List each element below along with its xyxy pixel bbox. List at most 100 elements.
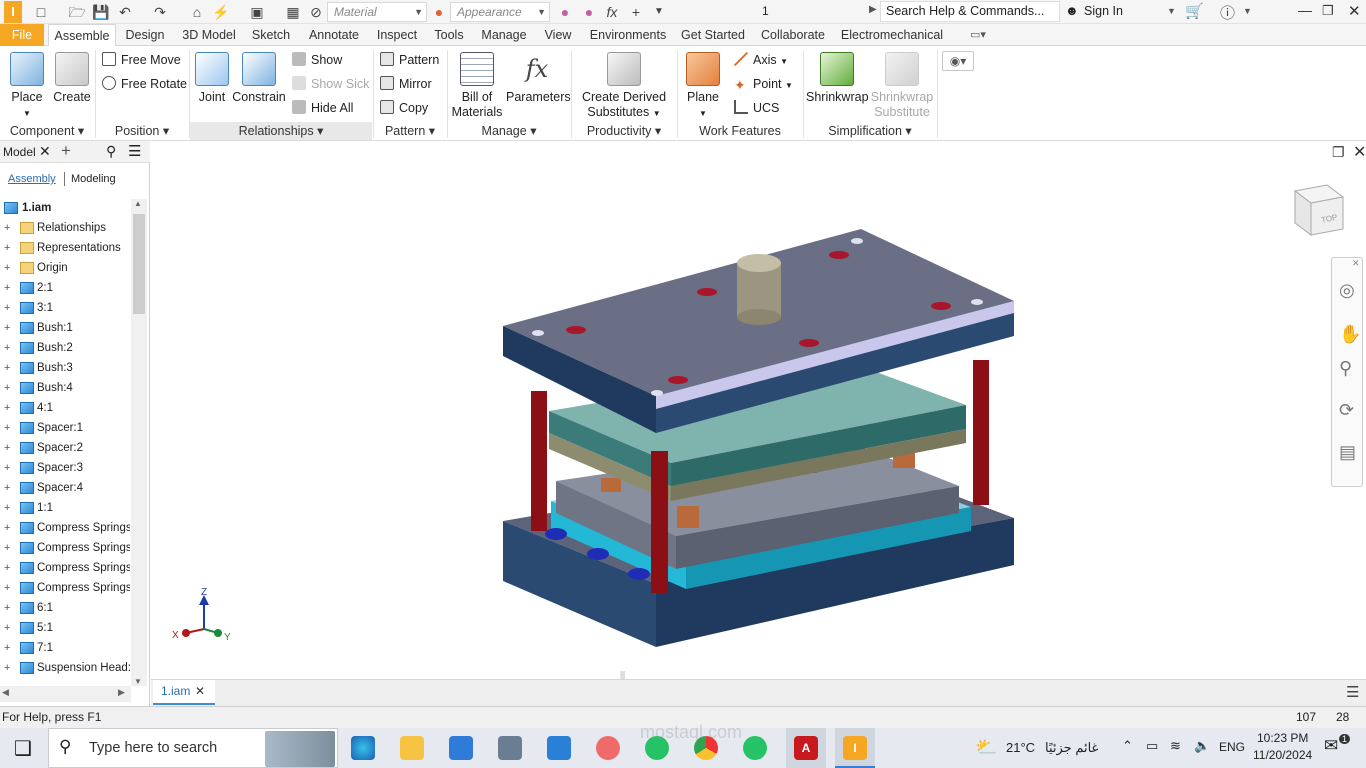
tree-item[interactable]: + Bush:4 (0, 378, 130, 398)
tab-manage[interactable]: Manage (480, 24, 528, 46)
scroll-up-icon[interactable]: ▲ (134, 199, 142, 208)
customize-icon[interactable]: ▼ (650, 3, 668, 21)
tree-item[interactable]: +2:1 (0, 278, 130, 298)
bill-of-materials-button[interactable]: Bill of Materials (450, 52, 504, 120)
tab-3d-model[interactable]: 3D Model (180, 24, 238, 46)
expand-icon[interactable]: + (4, 638, 14, 658)
tab-collaborate[interactable]: Collaborate (759, 24, 827, 46)
help-search-input[interactable]: Search Help & Commands... (880, 1, 1060, 22)
browser-scrollbar[interactable]: ▲ ▼ (131, 199, 147, 686)
update-icon[interactable]: ⚡ (212, 3, 230, 21)
pattern-button[interactable]: Pattern (380, 50, 439, 70)
tab-assembly[interactable]: Assembly (8, 173, 56, 185)
expand-icon[interactable]: + (4, 418, 14, 438)
home-icon[interactable]: ⌂ (188, 3, 206, 21)
tree-item[interactable]: +3:1 (0, 298, 130, 318)
hide-all-button[interactable]: Hide All (292, 98, 353, 118)
help-icon[interactable]: ⓘ (1220, 2, 1235, 23)
scroll-left-icon[interactable]: ◀ (2, 687, 9, 698)
tab-inspect[interactable]: Inspect (374, 24, 420, 46)
calculator-icon[interactable] (498, 736, 522, 760)
expand-icon[interactable]: + (4, 538, 14, 558)
expand-icon[interactable]: + (4, 358, 14, 378)
tree-item[interactable]: + Bush:3 (0, 358, 130, 378)
tree-item[interactable]: + Spacer:4 (0, 478, 130, 498)
tab-assemble[interactable]: Assemble (48, 24, 116, 47)
expand-icon[interactable]: + (4, 438, 14, 458)
scroll-right-icon[interactable]: ▶ (118, 687, 125, 698)
tree-item[interactable]: + Representations (0, 238, 130, 258)
tree-item[interactable]: + Compress Springs 3 (0, 538, 130, 558)
weather-condition[interactable]: غائم جزئيًا (1045, 740, 1098, 756)
tab-environments[interactable]: Environments (588, 24, 668, 46)
documents-menu-icon[interactable]: ☰ (1346, 683, 1359, 701)
select-icon[interactable]: ▣ (248, 3, 266, 21)
constrain-button[interactable]: Constrain (232, 52, 286, 105)
clear-appearance-icon[interactable]: ● (580, 3, 598, 21)
add-browser-icon[interactable]: + (61, 141, 71, 161)
undo-icon[interactable]: ↶ (116, 3, 134, 21)
expand-arrow-icon[interactable]: ▶ (869, 4, 877, 15)
cart-icon[interactable]: 🛒 (1185, 2, 1204, 20)
tree-item[interactable]: +7:1 (0, 638, 130, 658)
orbit-icon[interactable]: ⟳ (1339, 400, 1354, 421)
mail-icon[interactable] (547, 736, 571, 760)
open-folder-icon[interactable]: 🗁 (68, 3, 86, 21)
measure-icon[interactable]: ▦ (284, 3, 302, 21)
expand-icon[interactable]: + (4, 318, 14, 338)
relationships-panel-label[interactable]: Relationships ▾ (190, 122, 372, 140)
component-panel-label[interactable]: Component ▾ (0, 122, 94, 140)
navbar-close-icon[interactable]: ✕ (1352, 258, 1360, 269)
tab-sketch[interactable]: Sketch (250, 24, 292, 46)
mirror-button[interactable]: Mirror (380, 74, 432, 94)
tree-item[interactable]: + Relationships (0, 218, 130, 238)
tab-tools[interactable]: Tools (432, 24, 466, 46)
cancel-icon[interactable]: ⊘ (307, 3, 325, 21)
tree-item[interactable]: +4:1 (0, 398, 130, 418)
pan-icon[interactable]: ✋ (1339, 324, 1361, 345)
expand-icon[interactable]: + (4, 618, 14, 638)
store-icon[interactable] (449, 736, 473, 760)
add-icon[interactable]: + (627, 3, 645, 21)
tree-item[interactable]: + Spacer:3 (0, 458, 130, 478)
volume-icon[interactable]: 🔈 (1194, 738, 1210, 754)
ucs-button[interactable]: UCS (734, 98, 779, 118)
axis-button[interactable]: Axis ▼ (734, 50, 788, 70)
expand-icon[interactable]: + (4, 598, 14, 618)
help-dropdown-icon[interactable]: ▼ (1243, 6, 1252, 16)
whatsapp-desktop-icon[interactable] (743, 736, 767, 760)
expand-icon[interactable]: + (4, 298, 14, 318)
fx-icon[interactable]: fx (603, 3, 621, 21)
redo-icon[interactable]: ↷ (151, 3, 169, 21)
weather-icon[interactable]: ⛅ (975, 737, 997, 758)
place-button[interactable]: Place ▼ (6, 52, 48, 121)
close-view-icon[interactable]: ✕ (1353, 142, 1366, 162)
tab-electromechanical[interactable]: Electromechanical (840, 24, 944, 46)
inventor-logo[interactable]: I (4, 1, 22, 23)
maximize-view-icon[interactable]: ❐ (1332, 144, 1345, 161)
start-icon[interactable]: ❑ (14, 736, 32, 761)
point-button[interactable]: ✦ Point ▼ (734, 74, 793, 94)
minimize-icon[interactable]: — (1298, 2, 1312, 18)
language-indicator[interactable]: ENG (1219, 740, 1245, 754)
parameters-button[interactable]: fx Parameters (506, 52, 571, 105)
viewcube[interactable]: TOP (1287, 183, 1349, 241)
tree-item[interactable]: + Suspension Head:1 (0, 658, 130, 678)
tab-view[interactable]: View (542, 24, 574, 46)
expand-icon[interactable]: + (4, 658, 14, 678)
save-icon[interactable]: 💾 (92, 3, 110, 21)
expand-icon[interactable]: + (4, 338, 14, 358)
steering-wheel-icon[interactable]: ◎ (1339, 280, 1355, 301)
sign-in-dropdown-icon[interactable]: ▼ (1167, 6, 1176, 16)
tab-file[interactable]: File (0, 24, 44, 46)
expand-icon[interactable]: + (4, 458, 14, 478)
plane-button[interactable]: Plane ▼ (684, 52, 722, 121)
scroll-thumb[interactable] (133, 214, 145, 314)
productivity-panel-label[interactable]: Productivity ▾ (572, 122, 676, 140)
free-rotate-button[interactable]: Free Rotate (102, 74, 187, 94)
appearance-dropdown[interactable]: Appearance ▼ (450, 2, 550, 22)
tree-item[interactable]: +5:1 (0, 618, 130, 638)
browser-menu-icon[interactable]: ☰ (128, 142, 141, 160)
zoom-icon[interactable]: ⚲ (1339, 358, 1352, 379)
tab-overflow-icon[interactable]: ▭▾ (970, 28, 986, 41)
